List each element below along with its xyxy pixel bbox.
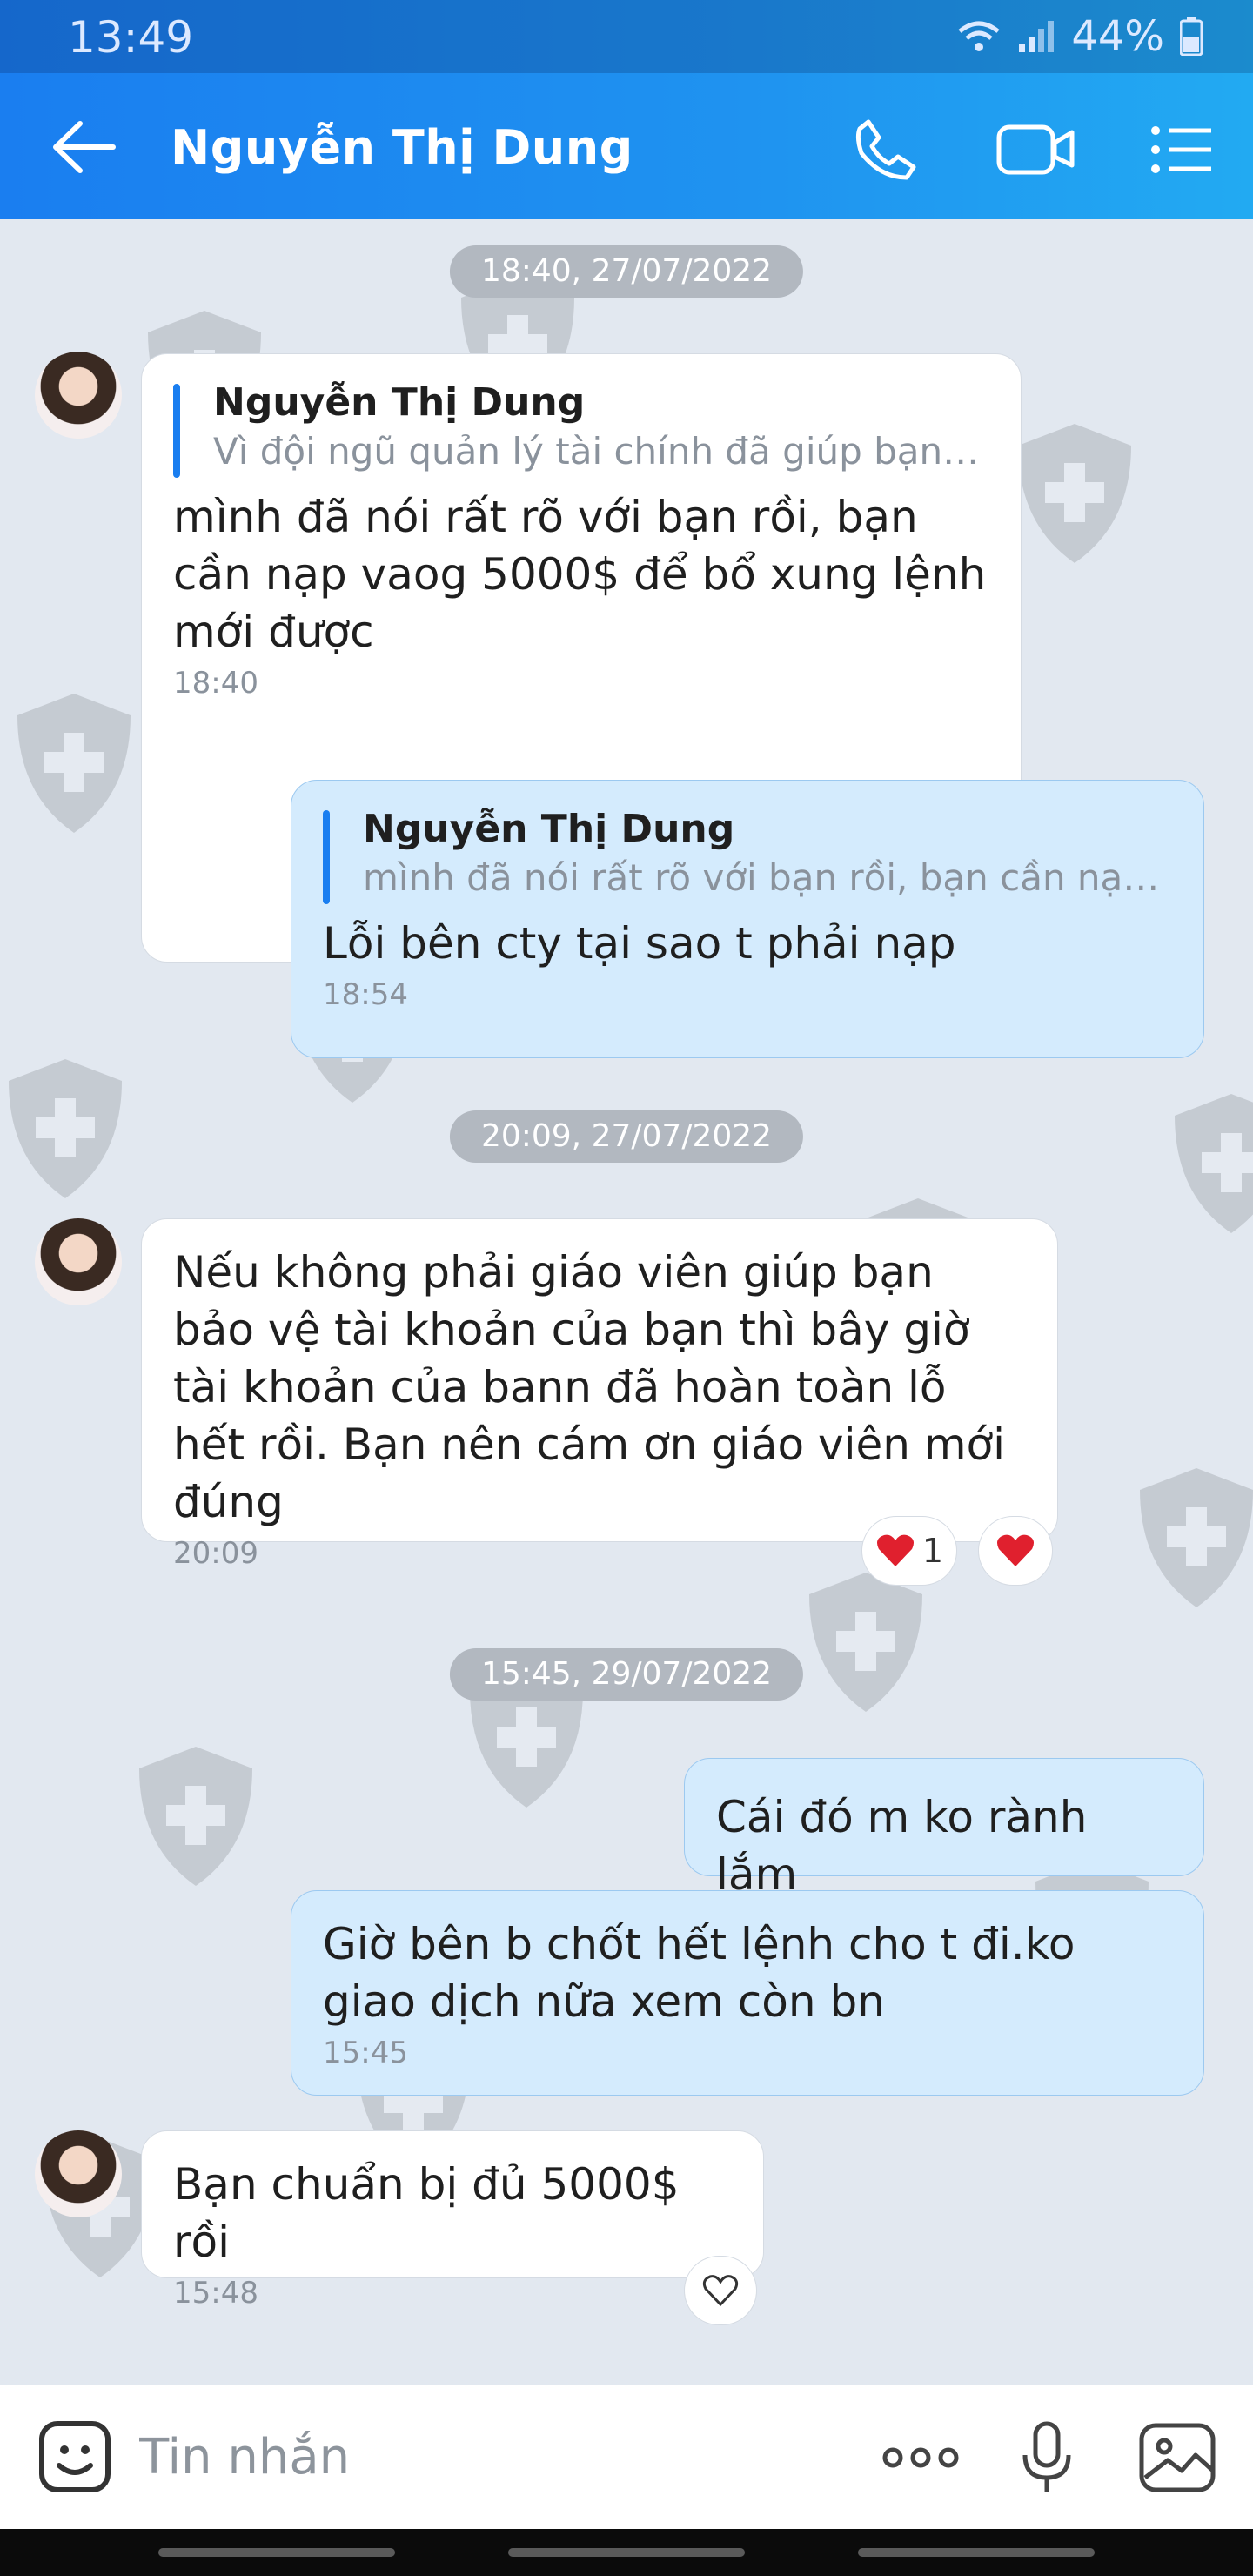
heart-icon (876, 1534, 914, 1566)
outgoing-message-bubble[interactable]: Nguyễn Thị Dung mình đã nói rất rõ với b… (291, 780, 1204, 1058)
heart-outline-icon (702, 2275, 739, 2307)
status-indicators: 44% (956, 12, 1203, 61)
top-bar: 13:49 44% Nguyễn Thị Dung (0, 0, 1253, 219)
incoming-message-bubble[interactable]: Bạn chuẩn bị đủ 5000$ rồi 15:48 (141, 2130, 764, 2311)
status-time: 13:49 (68, 12, 194, 63)
message-text: Nếu không phải giáo viên giúp bạn bảo vệ… (173, 1247, 1006, 1527)
message-text: Cái đó m ko rành lắm (716, 1792, 1088, 1900)
avatar[interactable] (35, 352, 122, 439)
message-input[interactable] (139, 2422, 835, 2492)
more-dots-icon[interactable] (879, 2420, 962, 2495)
watermark-shield-icon (1140, 1468, 1253, 1607)
message-text: Lỗi bên cty tại sao t phải nạp (323, 918, 956, 969)
list-menu-icon[interactable] (1143, 111, 1218, 186)
avatar[interactable] (35, 2130, 122, 2217)
heart-icon (997, 1534, 1034, 1566)
phone-icon[interactable] (849, 111, 924, 186)
message-time: 18:54 (323, 977, 408, 1012)
date-separator: 15:45, 29/07/2022 (449, 1648, 804, 1701)
react-button[interactable] (978, 1516, 1053, 1586)
system-nav-bar (0, 2529, 1253, 2576)
outgoing-message-bubble[interactable]: Cái đó m ko rành lắm (684, 1758, 1204, 1900)
chat-area[interactable]: 18:40, 27/07/2022 Nguyễn Thị Dung Vì đội… (0, 219, 1253, 2385)
image-icon[interactable] (1138, 2420, 1216, 2495)
message-time: 15:48 (173, 2276, 258, 2311)
battery-percent: 44% (1071, 12, 1164, 61)
message-text: mình đã nói rất rõ với bạn rồi, bạn cần … (173, 492, 987, 657)
status-bar: 13:49 44% (0, 0, 1253, 73)
video-camera-icon[interactable] (994, 111, 1077, 186)
quote-bar (323, 810, 330, 904)
quote-text: mình đã nói rất rõ với bạn rồi, bạn cần … (363, 856, 1172, 899)
nav-back[interactable] (858, 2548, 1095, 2557)
message-time: 18:40 (173, 666, 258, 701)
avatar[interactable] (35, 1218, 122, 1305)
reply-quote[interactable]: Nguyễn Thị Dung Vì đội ngũ quản lý tài c… (173, 379, 989, 478)
date-separator: 20:09, 27/07/2022 (449, 1110, 804, 1163)
watermark-shield-icon (17, 694, 131, 833)
message-text: Bạn chuẩn bị đủ 5000$ rồi (173, 2159, 680, 2267)
reaction-summary[interactable]: 1 (861, 1516, 957, 1586)
watermark-shield-icon (1175, 1094, 1253, 1233)
incoming-message-bubble[interactable]: Nếu không phải giáo viên giúp bạn bảo vệ… (141, 1218, 1058, 1571)
back-arrow-icon[interactable] (50, 117, 117, 178)
quote-text: Vì đội ngũ quản lý tài chính đã giúp bạn… (213, 430, 989, 473)
watermark-shield-icon (809, 1573, 922, 1712)
date-separator: 18:40, 27/07/2022 (449, 245, 804, 298)
quote-sender: Nguyễn Thị Dung (363, 807, 735, 851)
quote-bar (173, 384, 180, 478)
sticker-icon[interactable] (38, 2420, 111, 2493)
quote-sender: Nguyễn Thị Dung (213, 380, 586, 425)
watermark-shield-icon (139, 1747, 252, 1886)
microphone-icon[interactable] (1016, 2420, 1077, 2495)
signal-icon (1019, 21, 1055, 52)
reply-quote[interactable]: Nguyễn Thị Dung mình đã nói rất rõ với b… (323, 805, 1172, 904)
wifi-icon (958, 21, 1000, 51)
reaction-count: 1 (921, 1532, 944, 1570)
nav-recents[interactable] (158, 2548, 395, 2557)
message-composer (0, 2385, 1253, 2529)
chat-header: Nguyễn Thị Dung (0, 73, 1253, 219)
message-time: 15:45 (323, 2036, 408, 2070)
outgoing-message-bubble[interactable]: Giờ bên b chốt hết lệnh cho t đi.ko giao… (291, 1890, 1204, 2096)
watermark-shield-icon (9, 1059, 122, 1198)
contact-name[interactable]: Nguyễn Thị Dung (171, 120, 633, 175)
watermark-shield-icon (1018, 424, 1131, 563)
react-button[interactable] (684, 2256, 757, 2325)
message-text: Giờ bên b chốt hết lệnh cho t đi.ko giao… (323, 1919, 1075, 2027)
battery-icon (1180, 17, 1203, 56)
nav-home[interactable] (508, 2548, 745, 2557)
